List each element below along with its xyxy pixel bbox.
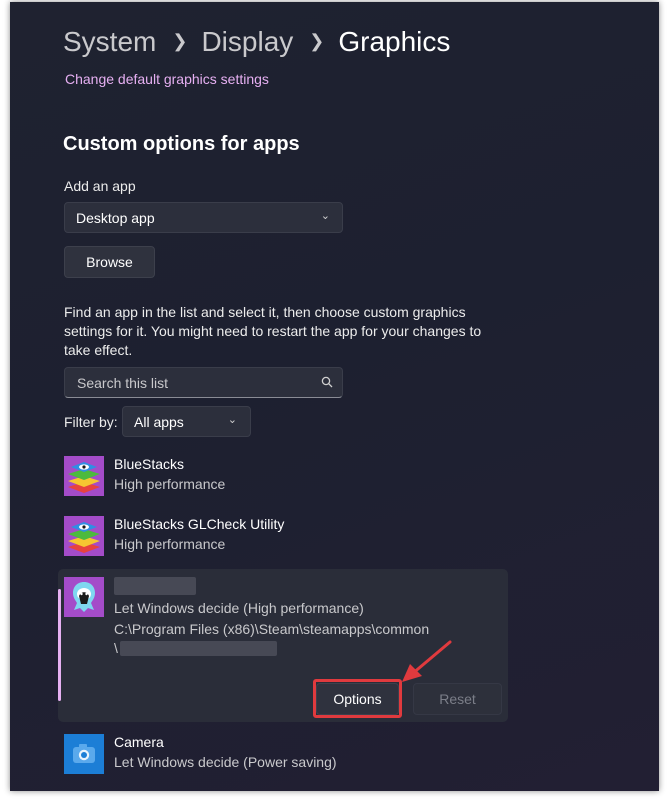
- app-name: BlueStacks GLCheck Utility: [114, 516, 285, 532]
- bluestacks-icon: [64, 456, 104, 496]
- breadcrumb: System ❯ Display ❯ Graphics: [63, 26, 450, 58]
- app-type-value: Desktop app: [76, 210, 155, 226]
- settings-window: System ❯ Display ❯ Graphics Change defau…: [10, 2, 659, 791]
- section-title: Custom options for apps: [63, 133, 300, 155]
- filter-dropdown[interactable]: All apps ⌄: [122, 406, 251, 437]
- search-icon[interactable]: [321, 376, 333, 388]
- list-item[interactable]: BlueStacks GLCheck Utility High performa…: [64, 516, 514, 556]
- chevron-right-icon: ❯: [309, 30, 325, 51]
- search-box[interactable]: [64, 367, 343, 398]
- browse-button[interactable]: Browse: [64, 246, 155, 278]
- app-path: C:\Program Files (x86)\Steam\steamapps\c…: [114, 621, 430, 637]
- filter-label: Filter by:: [64, 414, 118, 430]
- breadcrumb-system[interactable]: System: [63, 26, 156, 58]
- redacted-app-path: [120, 641, 277, 656]
- annotation-arrow-icon: [402, 640, 452, 682]
- app-type-dropdown[interactable]: Desktop app ⌄: [64, 202, 343, 233]
- app-name: BlueStacks: [114, 456, 185, 472]
- list-item[interactable]: BlueStacks High performance: [64, 456, 514, 496]
- app-preference: Let Windows decide (High performance): [114, 600, 364, 616]
- camera-icon: [64, 734, 104, 774]
- app-preference: High performance: [114, 536, 226, 552]
- selection-indicator: [58, 589, 61, 701]
- bluestacks-icon: [64, 516, 104, 556]
- description-text: Find an app in the list and select it, t…: [64, 304, 482, 358]
- change-default-graphics-link[interactable]: Change default graphics settings: [65, 71, 269, 87]
- options-highlight-box: [313, 679, 402, 718]
- search-input[interactable]: [75, 374, 309, 392]
- breadcrumb-display[interactable]: Display: [201, 26, 293, 58]
- app-path-continuation: \: [114, 640, 118, 656]
- breadcrumb-graphics: Graphics: [338, 26, 451, 57]
- app-name: Camera: [114, 734, 164, 750]
- add-app-label: Add an app: [64, 178, 136, 194]
- chevron-down-icon: ⌄: [320, 210, 330, 222]
- list-item[interactable]: Camera Let Windows decide (Power saving): [64, 734, 514, 774]
- filter-value: All apps: [134, 414, 184, 430]
- chevron-right-icon: ❯: [172, 30, 188, 51]
- game-app-icon: [64, 577, 104, 617]
- chevron-down-icon: ⌄: [227, 414, 237, 426]
- app-preference: High performance: [114, 476, 226, 492]
- redacted-app-name: [114, 577, 196, 595]
- app-preference: Let Windows decide (Power saving): [114, 754, 337, 770]
